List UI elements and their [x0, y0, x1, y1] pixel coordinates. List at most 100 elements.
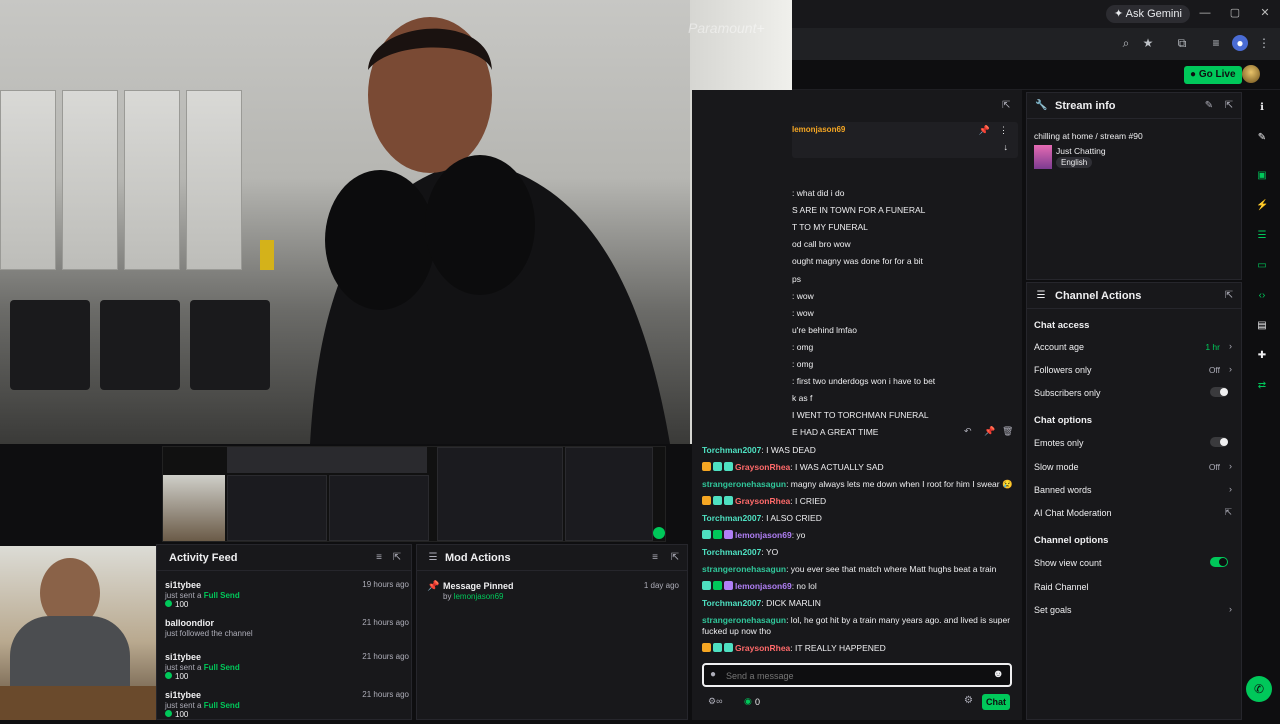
ask-gemini-button[interactable]: ✦ Ask Gemini: [1106, 5, 1190, 23]
help-bubble-icon[interactable]: ✆: [1246, 676, 1272, 702]
edit-icon[interactable]: ✎: [1203, 100, 1215, 112]
star-icon[interactable]: ★: [1140, 35, 1156, 51]
chat-message[interactable]: GraysonRhea: IT REALLY HAPPENED: [702, 643, 886, 653]
video-icon[interactable]: ▣: [1256, 170, 1268, 182]
list-icon[interactable]: ☰: [1256, 230, 1268, 242]
mod-action-user[interactable]: lemonjason69: [454, 592, 504, 601]
chat-username[interactable]: GraysonRhea: [735, 462, 790, 472]
list-item[interactable]: balloondior 21 hours ago just followed the…: [165, 618, 409, 652]
chat-badge-icon[interactable]: [702, 462, 711, 471]
chat-message[interactable]: GraysonRhea: I CRIED: [702, 496, 826, 506]
chat-message[interactable]: GraysonRhea: I WAS ACTUALLY SAD: [702, 462, 884, 472]
ai-moderation-row[interactable]: AI Chat Moderation ⇱: [1034, 507, 1234, 518]
chat-badge-icon[interactable]: [724, 581, 733, 590]
chat-badge-icon[interactable]: [713, 462, 722, 471]
popout-icon[interactable]: ⇱: [1223, 290, 1235, 302]
chat-message[interactable]: fucked up now tho: [702, 626, 771, 636]
chat-message[interactable]: Torchman2007: YO: [702, 547, 778, 557]
grid-icon[interactable]: ▤: [1256, 320, 1268, 332]
delete-icon[interactable]: 🗑: [1002, 426, 1013, 437]
slow-mode-row[interactable]: Slow mode Off ›: [1034, 461, 1234, 472]
chat-badge-icon[interactable]: [713, 496, 722, 505]
chat-username[interactable]: strangeronehasagun: [702, 564, 786, 574]
pin-icon[interactable]: 📌: [979, 125, 990, 136]
chat-message[interactable]: Torchman2007: I ALSO CRIED: [702, 513, 822, 523]
subscribers-only-toggle[interactable]: [1210, 387, 1228, 397]
profile-icon[interactable]: ●: [1232, 35, 1248, 51]
chat-username[interactable]: strangeronehasagun: [702, 479, 786, 489]
chat-message[interactable]: Torchman2007: I WAS DEAD: [702, 445, 816, 455]
chat-badge-icon[interactable]: [702, 530, 711, 539]
popout-icon[interactable]: ⇱: [391, 552, 403, 564]
more-icon[interactable]: ⋮: [999, 125, 1008, 136]
pinned-message[interactable]: lemonjason69 📌 ⋮ ↓: [792, 122, 1018, 158]
chat-username[interactable]: Torchman2007: [702, 513, 761, 523]
chat-badge-icon[interactable]: [702, 496, 711, 505]
reply-icon[interactable]: ↶: [964, 426, 972, 437]
chat-message[interactable]: strangeronehasagun: you ever see that ma…: [702, 564, 996, 574]
chat-username[interactable]: Torchman2007: [702, 598, 761, 608]
chat-badge-icon[interactable]: [724, 462, 733, 471]
chat-button[interactable]: Chat: [982, 694, 1010, 710]
popout-icon[interactable]: ⇱: [669, 552, 681, 564]
extensions-icon[interactable]: ⧉: [1174, 35, 1190, 51]
filter-icon[interactable]: ≡: [649, 552, 661, 564]
list-item[interactable]: si1tybee 19 hours ago just sent a Full Sen…: [165, 580, 409, 614]
chat-username[interactable]: strangeronehasagun: [702, 615, 786, 625]
feed-username[interactable]: balloondior: [165, 618, 214, 628]
edit-icon[interactable]: ✎: [1256, 132, 1268, 144]
chat-message[interactable]: strangeronehasagun: magny always lets me…: [702, 479, 1013, 490]
banned-words-row[interactable]: Banned words ›: [1034, 484, 1234, 495]
chat-badge-icon[interactable]: [713, 530, 722, 539]
avatar[interactable]: [1242, 65, 1260, 83]
chat-message[interactable]: strangeronehasagun: lol, he got hit by a…: [702, 615, 1010, 625]
minimize-icon[interactable]: —: [1198, 6, 1212, 20]
chevron-down-icon[interactable]: ↓: [1004, 142, 1009, 152]
menu-icon[interactable]: ⋮: [1256, 35, 1272, 51]
chat-icon[interactable]: ▭: [1256, 260, 1268, 272]
bolt-icon[interactable]: ⚡: [1256, 200, 1268, 212]
chat-username[interactable]: lemonjason69: [735, 530, 792, 540]
feed-username[interactable]: si1tybee: [165, 580, 201, 590]
chat-message[interactable]: Torchman2007: DICK MARLIN: [702, 598, 821, 608]
chat-badge-icon[interactable]: [724, 530, 733, 539]
chat-username[interactable]: GraysonRhea: [735, 496, 790, 506]
maximize-icon[interactable]: ▢: [1228, 6, 1242, 20]
emote-icon[interactable]: ☻: [992, 668, 1004, 680]
list-item[interactable]: si1tybee 21 hours ago just sent a Full Sen…: [165, 652, 409, 686]
followers-only-row[interactable]: Followers only Off ›: [1034, 364, 1234, 375]
code-icon[interactable]: ‹›: [1256, 290, 1268, 302]
filter-icon[interactable]: ≡: [373, 552, 385, 564]
emotes-only-toggle[interactable]: [1210, 437, 1228, 447]
chat-badge-icon[interactable]: [702, 643, 711, 652]
chat-username[interactable]: GraysonRhea: [735, 643, 790, 653]
chat-input-box[interactable]: ● ☻: [702, 663, 1012, 687]
stream-video[interactable]: Paramount+: [0, 0, 792, 444]
category-name[interactable]: Just Chatting: [1056, 146, 1106, 156]
show-view-count-toggle[interactable]: [1210, 557, 1228, 567]
chat-message[interactable]: lemonjason69: no lol: [702, 581, 817, 591]
chat-message[interactable]: lemonjason69: yo: [702, 530, 805, 540]
chat-username[interactable]: lemonjason69: [735, 581, 792, 591]
chat-username[interactable]: Torchman2007: [702, 547, 761, 557]
chat-badge-icon[interactable]: [702, 581, 711, 590]
popout-icon[interactable]: ⇱: [1223, 100, 1235, 112]
chat-username[interactable]: Torchman2007: [702, 445, 761, 455]
account-age-row[interactable]: Account age 1 hr ›: [1034, 341, 1234, 352]
raid-channel-row[interactable]: Raid Channel: [1034, 582, 1234, 592]
chat-input[interactable]: [726, 668, 976, 684]
info-icon[interactable]: ℹ: [1256, 102, 1268, 114]
channel-points-icon[interactable]: ⚙∞: [708, 696, 722, 707]
chat-badge-icon[interactable]: [724, 643, 733, 652]
feed-username[interactable]: si1tybee: [165, 690, 201, 700]
pin-icon[interactable]: 📌: [984, 426, 995, 437]
chat-badge-icon[interactable]: [724, 496, 733, 505]
go-live-button[interactable]: ● Go Live: [1184, 66, 1242, 84]
shortcut-icon[interactable]: ⇄: [1256, 380, 1268, 392]
feed-username[interactable]: si1tybee: [165, 652, 201, 662]
chat-badge-icon[interactable]: [713, 643, 722, 652]
list-item[interactable]: si1tybee 21 hours ago just sent a Full Sen…: [165, 690, 409, 724]
media-icon[interactable]: ≡: [1208, 35, 1224, 51]
set-goals-row[interactable]: Set goals ›: [1034, 604, 1234, 615]
gear-icon[interactable]: ⚙: [964, 695, 973, 706]
